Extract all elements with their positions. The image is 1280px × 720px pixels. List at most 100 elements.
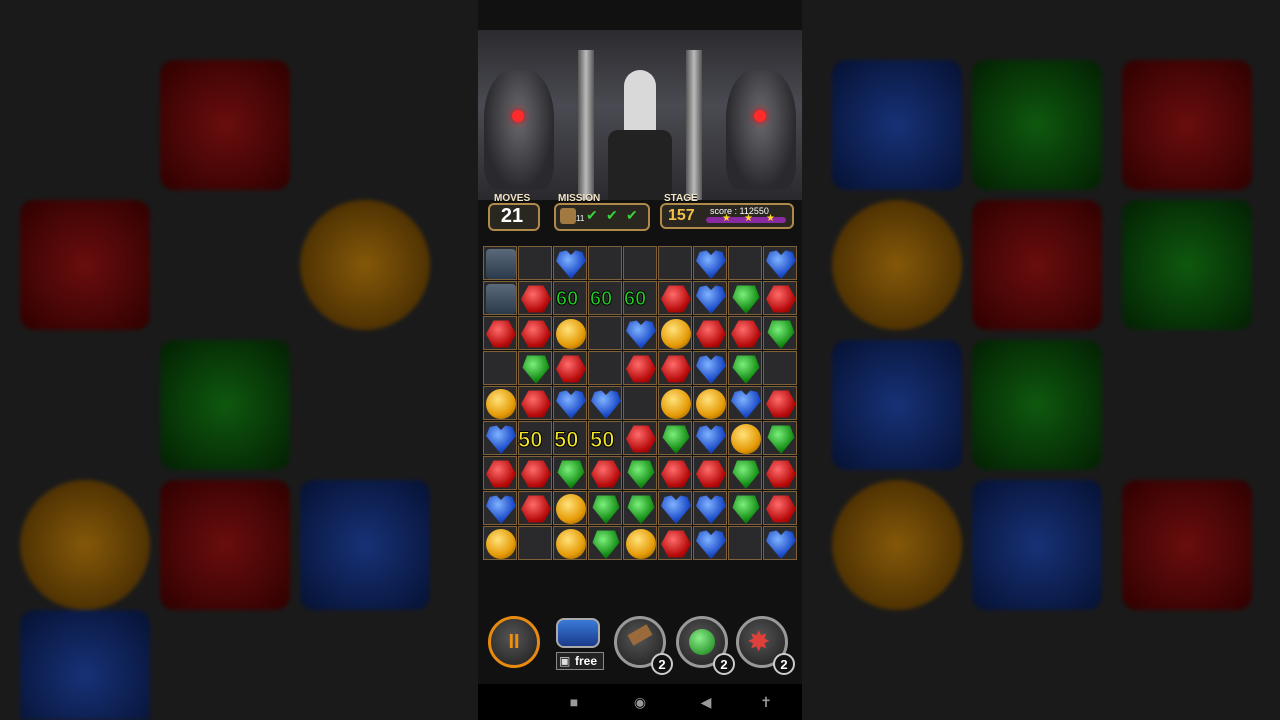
board-cell[interactable] xyxy=(553,526,587,560)
board-cell[interactable] xyxy=(518,246,552,280)
board-cell[interactable] xyxy=(518,281,552,315)
board-cell[interactable] xyxy=(693,281,727,315)
moves-value: 21 xyxy=(500,205,524,227)
board-cell[interactable] xyxy=(728,456,762,490)
board-cell[interactable] xyxy=(693,316,727,350)
board-cell[interactable] xyxy=(658,281,692,315)
board-cell[interactable] xyxy=(693,456,727,490)
board-cell[interactable] xyxy=(623,351,657,385)
board-cell[interactable] xyxy=(588,246,622,280)
board-cell[interactable] xyxy=(518,456,552,490)
hammer-booster-button[interactable]: 2 xyxy=(614,616,673,675)
board-cell[interactable] xyxy=(623,246,657,280)
board-cell[interactable] xyxy=(623,316,657,350)
accessibility-icon[interactable]: ✝ xyxy=(756,692,776,712)
board-cell[interactable] xyxy=(623,386,657,420)
board-cell[interactable] xyxy=(483,246,517,280)
star-booster-button[interactable]: ✸ 2 xyxy=(736,616,795,675)
board-cell[interactable] xyxy=(483,456,517,490)
board-cell[interactable] xyxy=(658,386,692,420)
bomb-booster-button[interactable]: 2 xyxy=(676,616,735,675)
treasure-chest-icon[interactable] xyxy=(556,618,600,648)
board-cell[interactable] xyxy=(693,351,727,385)
board-cell[interactable] xyxy=(483,316,517,350)
board-cell[interactable] xyxy=(728,526,762,560)
board-cell[interactable] xyxy=(763,386,797,420)
board-cell[interactable] xyxy=(553,456,587,490)
red-gem-icon xyxy=(661,355,691,383)
red-gem-icon xyxy=(661,460,691,488)
board-cell[interactable] xyxy=(588,456,622,490)
board-cell[interactable] xyxy=(693,386,727,420)
board-cell[interactable] xyxy=(483,386,517,420)
blue-gem-icon xyxy=(696,530,726,559)
board-cell[interactable] xyxy=(553,386,587,420)
green-gem-icon xyxy=(767,425,795,454)
board-cell[interactable] xyxy=(728,246,762,280)
cathedral-scene xyxy=(478,30,802,200)
board-cell[interactable] xyxy=(588,351,622,385)
board-cell[interactable] xyxy=(518,526,552,560)
board-cell[interactable] xyxy=(658,526,692,560)
board-cell[interactable] xyxy=(553,351,587,385)
board-cell[interactable] xyxy=(553,316,587,350)
bg-orange-gem xyxy=(300,200,430,330)
board-cell[interactable] xyxy=(658,421,692,455)
board-cell[interactable] xyxy=(623,421,657,455)
board-cell[interactable] xyxy=(728,351,762,385)
board-cell[interactable] xyxy=(763,246,797,280)
recent-apps-icon[interactable]: ■ xyxy=(564,692,584,712)
board-cell[interactable] xyxy=(518,491,552,525)
score-popup-60: 60 xyxy=(555,288,579,311)
board-cell[interactable] xyxy=(658,456,692,490)
board-cell[interactable] xyxy=(728,421,762,455)
mission-box: 11 ✔ ✔ ✔ xyxy=(554,203,650,231)
home-icon[interactable]: ◉ xyxy=(630,692,650,712)
board-cell[interactable] xyxy=(763,421,797,455)
board-cell[interactable] xyxy=(623,526,657,560)
board-cell[interactable] xyxy=(658,351,692,385)
board-cell[interactable] xyxy=(693,491,727,525)
gargoyle-left xyxy=(484,70,554,190)
board-cell[interactable] xyxy=(588,386,622,420)
bg-red-gem xyxy=(1122,60,1252,190)
board-cell[interactable] xyxy=(483,491,517,525)
board-cell[interactable] xyxy=(693,246,727,280)
board-cell[interactable] xyxy=(518,316,552,350)
board-cell[interactable] xyxy=(763,281,797,315)
board-cell[interactable] xyxy=(518,351,552,385)
board-cell[interactable] xyxy=(728,316,762,350)
free-video-button[interactable]: ▣ free xyxy=(556,652,604,670)
blue-gem-icon xyxy=(696,250,726,279)
board-cell[interactable] xyxy=(483,526,517,560)
board-cell[interactable] xyxy=(728,386,762,420)
board-cell[interactable] xyxy=(763,351,797,385)
board-cell[interactable] xyxy=(483,351,517,385)
board-cell[interactable] xyxy=(693,526,727,560)
board-cell[interactable] xyxy=(483,421,517,455)
board-cell[interactable] xyxy=(728,281,762,315)
board-cell[interactable] xyxy=(728,491,762,525)
board-cell[interactable] xyxy=(763,316,797,350)
board-cell[interactable] xyxy=(658,246,692,280)
board-cell[interactable] xyxy=(763,526,797,560)
board-cell[interactable] xyxy=(588,491,622,525)
board-cell[interactable] xyxy=(763,456,797,490)
board-cell[interactable] xyxy=(553,491,587,525)
board-cell[interactable] xyxy=(518,386,552,420)
back-icon[interactable]: ◀ xyxy=(696,692,716,712)
board-cell[interactable] xyxy=(483,281,517,315)
board-cell[interactable] xyxy=(658,316,692,350)
board-cell[interactable] xyxy=(658,491,692,525)
board-cell[interactable] xyxy=(553,246,587,280)
board-cell[interactable] xyxy=(763,491,797,525)
board-cell[interactable] xyxy=(623,491,657,525)
board-cell[interactable] xyxy=(693,421,727,455)
board-cell[interactable] xyxy=(588,526,622,560)
board-cell[interactable] xyxy=(623,456,657,490)
bg-red-gem xyxy=(20,200,150,330)
board-cell[interactable] xyxy=(588,316,622,350)
pause-button[interactable]: II xyxy=(488,616,540,668)
stage-value: 157 xyxy=(668,207,695,224)
mission-check-icon: ✔ xyxy=(626,207,638,223)
